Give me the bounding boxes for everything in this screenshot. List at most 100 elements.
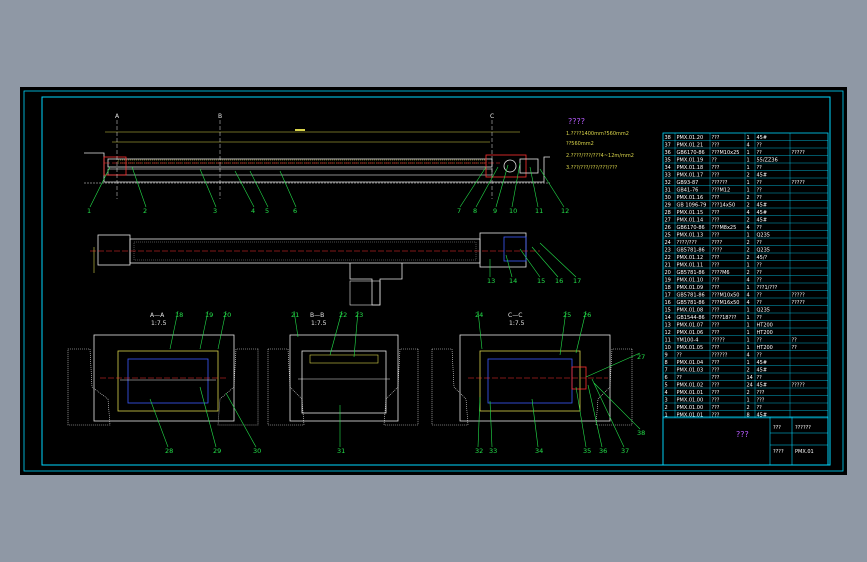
- bom-cell-r32-c2: ??????: [712, 180, 728, 186]
- bom-cell-r16-c2: ???M16x50: [712, 300, 740, 306]
- elevation-balloon-3: 3: [213, 207, 217, 215]
- elevation-leader-4: [234, 170, 255, 208]
- bom-cell-r36-c2: ???M10x25: [712, 150, 740, 156]
- bom-cell-r13-c1: PMX.01.07: [677, 322, 704, 328]
- bom-cell-r12-c4: HT200: [757, 330, 773, 336]
- section-balloon-22: 22: [339, 311, 347, 319]
- bom-cell-r21-c0: 21: [665, 262, 671, 268]
- section-balloon-21: 21: [291, 311, 299, 319]
- pit-outline: [84, 152, 550, 183]
- section-balloon-27: 27: [637, 353, 645, 361]
- section-balloon-25: 25: [563, 311, 571, 319]
- bom-cell-r23-c3: 2: [747, 247, 750, 253]
- elevation-balloon-7: 7: [457, 207, 461, 215]
- drive-sprocket: [503, 159, 517, 173]
- bom-cell-r20-c0: 20: [665, 270, 671, 276]
- section-balloon-28: 28: [165, 447, 173, 455]
- notes-line-1: 1.????1400mm?560mm2: [566, 131, 629, 137]
- bom-cell-r36-c1: GB6170-86: [677, 150, 705, 156]
- section-balloon-20: 20: [223, 311, 231, 319]
- section-balloon-24: 24: [475, 311, 483, 319]
- section-balloon-29: 29: [213, 447, 221, 455]
- bom-cell-r13-c3: 1: [747, 322, 750, 328]
- plan-leader-16: [531, 246, 559, 278]
- drawing-number-label: ????: [773, 449, 784, 455]
- bom-cell-r17-c5: ?????: [792, 292, 806, 298]
- bom-cell-r9-c4: ??: [757, 352, 763, 358]
- bom-cell-r22-c3: 2: [747, 255, 750, 261]
- plan-balloon-15: 15: [537, 277, 545, 285]
- plan-slat-pattern: [133, 241, 477, 261]
- bom-cell-r18-c2: ???: [712, 285, 720, 291]
- bom-cell-r19-c2: ???: [712, 277, 720, 283]
- bom-cell-r19-c1: PMX.01.10: [677, 277, 704, 283]
- cut-mark-b: B: [218, 113, 222, 120]
- bom-cell-r34-c1: PMX.01.18: [677, 165, 704, 171]
- section-b-top-rail: [309, 354, 379, 364]
- bom-cell-r7-c2: ???: [712, 367, 720, 373]
- bom-cell-r27-c1: PMX.01.14: [677, 217, 704, 223]
- bom-cell-r5-c3: 24: [747, 382, 753, 388]
- section-balloon-37: 37: [621, 447, 629, 455]
- bom-cell-r30-c3: 2: [747, 195, 750, 201]
- bom-cell-r9-c2: ??????: [712, 352, 728, 358]
- section-b: [267, 334, 419, 426]
- bom-cell-r36-c5: ?????: [792, 150, 806, 156]
- plan-view: [90, 232, 540, 306]
- bom-cell-r28-c0: 28: [665, 210, 671, 216]
- section-c-inner: [479, 350, 581, 412]
- bom-cell-r8-c2: ???: [712, 360, 720, 366]
- bom-cell-r10-c4: HT200: [757, 345, 773, 351]
- bom-cell-r27-c4: 45#: [757, 217, 768, 223]
- bom-cell-r26-c1: GB6170-86: [677, 225, 705, 231]
- bom-cell-r22-c0: 22: [665, 255, 671, 261]
- plan-support-stem: [349, 263, 403, 306]
- elevation-balloon-8: 8: [473, 207, 477, 215]
- elevation-balloon-5: 5: [265, 207, 269, 215]
- section-balloon-32: 32: [475, 447, 483, 455]
- bom-cell-r15-c4: Q235: [757, 307, 770, 313]
- drawing-sheet: A—A 1:7.5 B—B 1:7.5 C—C 1:7.5 A B C ????…: [20, 87, 847, 475]
- bom-cell-r27-c3: 2: [747, 217, 750, 223]
- section-leader-38: [593, 382, 641, 430]
- bom-cell-r17-c3: 4: [747, 292, 750, 298]
- section-leader-28: [149, 398, 169, 448]
- bom-cell-r36-c4: ??: [757, 150, 763, 156]
- section-c-label: C—C: [508, 312, 522, 319]
- bom-cell-r29-c3: 2: [747, 202, 750, 208]
- bom-cell-r5-c2: ???: [712, 382, 720, 388]
- bom-cell-r15-c3: 1: [747, 307, 750, 313]
- section-b-label: B—B: [310, 312, 324, 319]
- bom-cell-r31-c4: ??: [757, 187, 763, 193]
- bom-cell-r23-c4: Q235: [757, 247, 770, 253]
- bom-cell-r11-c1: YM100-4: [676, 337, 699, 343]
- bom-cell-r31-c0: 31: [665, 187, 671, 193]
- bom-cell-r29-c0: 29: [665, 202, 671, 208]
- scale-label: ???: [773, 425, 781, 431]
- section-leader-30: [225, 392, 257, 448]
- bom-cell-r22-c4: 45/?: [757, 255, 768, 261]
- notes-line-2: ??560mm2: [566, 141, 594, 147]
- section-leader-32: [477, 396, 481, 448]
- elevation-view: [84, 129, 550, 184]
- section-b-frame: [289, 334, 399, 422]
- bom-cell-r35-c4: 55/ZZ36: [757, 157, 778, 163]
- bom-cell-r9-c3: 4: [747, 352, 750, 358]
- section-balloon-19: 19: [205, 311, 213, 319]
- section-c-carrier: [487, 358, 573, 404]
- bom-cell-r29-c1: GB 1096-79: [677, 202, 707, 208]
- bom-cell-r13-c2: ???: [712, 322, 720, 328]
- bom-cell-r17-c0: 17: [665, 292, 671, 298]
- bom-cell-r9-c1: ??: [677, 352, 683, 358]
- bom-cell-r15-c1: PMX.01.08: [677, 307, 704, 313]
- bom-table: 38 PMX.01.20??? 1 45#37 PMX.01.21??? 4 ??36 GB6…: [662, 132, 829, 466]
- bom-cell-r24-c4: ??: [757, 240, 763, 246]
- bom-cell-r36-c3: 1: [747, 150, 750, 156]
- elevation-leader-3: [199, 168, 217, 208]
- bom-cell-r28-c1: PMX.01.15: [677, 210, 704, 216]
- bom-cell-r10-c1: PMX.01.05: [677, 345, 704, 351]
- bom-cell-r20-c3: 2: [747, 270, 750, 276]
- elevation-leader-8: [475, 166, 499, 208]
- bom-cell-r21-c1: PMX.01.11: [677, 262, 704, 268]
- cut-mark-a: A: [115, 113, 120, 120]
